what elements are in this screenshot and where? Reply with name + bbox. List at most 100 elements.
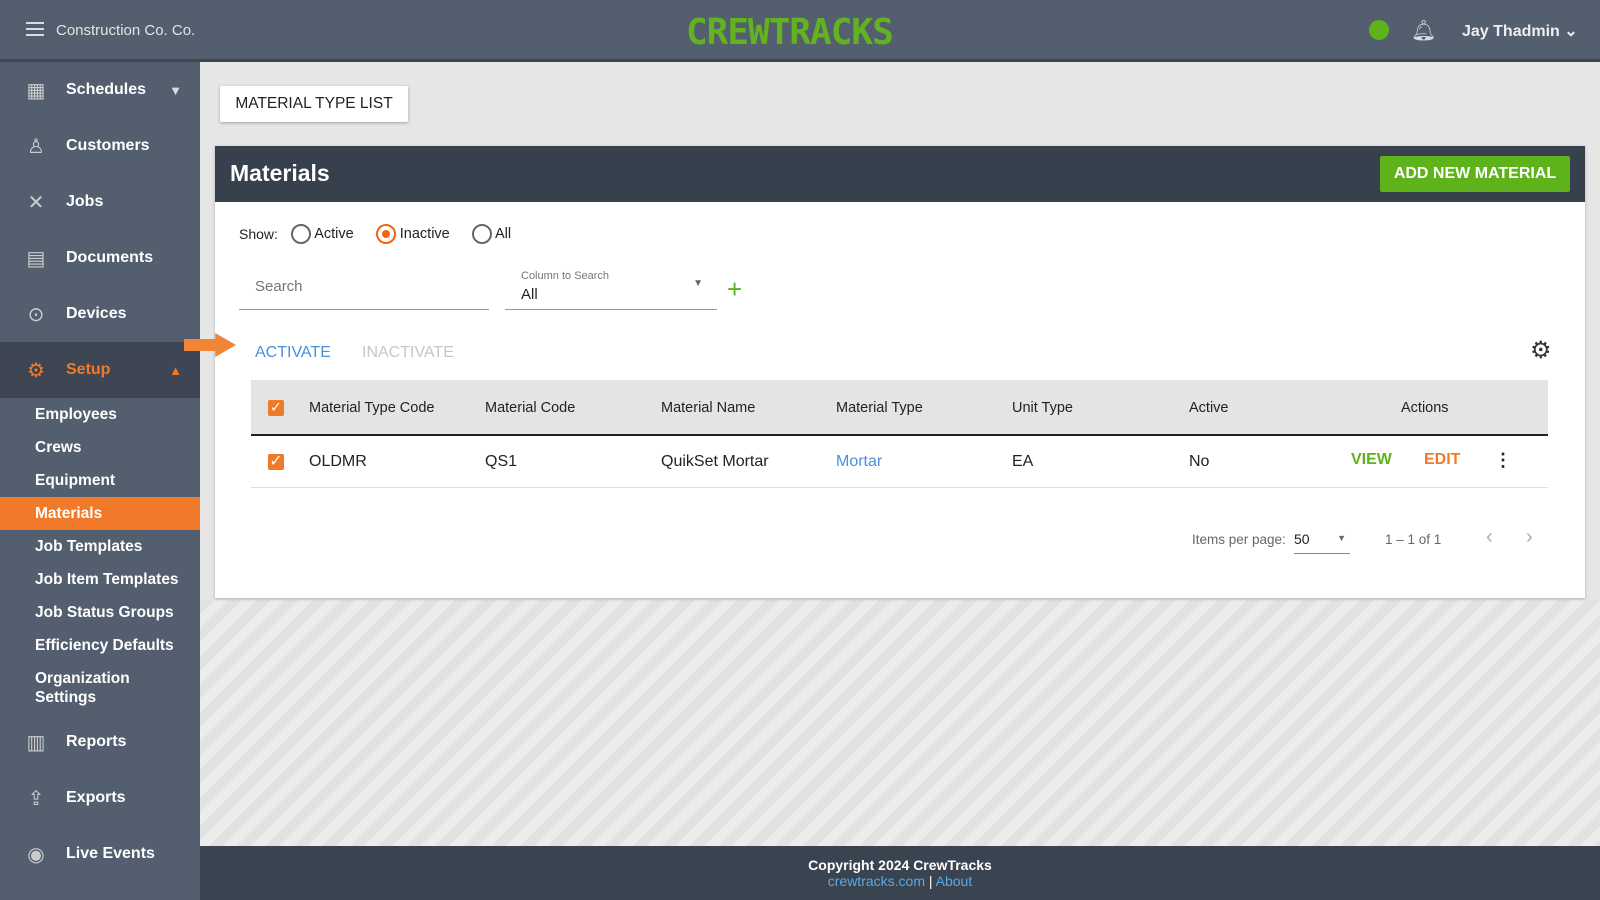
cell-code: QS1 [485,453,518,470]
cell-name: QuikSet Mortar [661,453,769,470]
material-type-list-button[interactable]: MATERIAL TYPE LIST [220,86,408,122]
sidebar-item-schedules[interactable]: ▦ Schedules ▼ [0,62,200,118]
sidebar-subitem-efficiency-defaults[interactable]: Efficiency Defaults [0,629,200,662]
add-filter-plus-icon[interactable]: + [727,274,742,305]
items-per-page-select[interactable]: 50 ▼ [1294,526,1350,554]
about-link[interactable]: About [936,873,973,889]
column-header[interactable]: Material Name [661,400,755,416]
edit-button[interactable]: EDIT [1424,451,1460,469]
inactivate-button[interactable]: INACTIVATE [362,344,454,362]
crewtracks-logo[interactable]: CREWTRACKS [686,12,894,53]
radio-label: Active [314,225,354,242]
location-pin-icon: ⊙ [27,303,45,326]
sidebar-subitem-job-item-templates[interactable]: Job Item Templates [0,563,200,596]
column-header[interactable]: Active [1189,400,1229,416]
previous-page-icon[interactable]: ‹ [1486,526,1493,549]
radio-button[interactable] [471,224,492,244]
table-header: ✓ Material Type Code Material Code Mater… [251,380,1548,436]
sidebar-subitem-employees[interactable]: Employees [0,398,200,431]
column-header[interactable]: Material Type [836,400,923,416]
sidebar-item-devices[interactable]: ⊙ Devices [0,286,200,342]
copyright-text: Copyright 2024 CrewTracks [808,857,992,873]
chevron-down-icon: ⌄ [1564,23,1578,40]
crewtracks-link[interactable]: crewtracks.com [828,873,925,889]
sidebar-item-setup[interactable]: ⚙ Setup ▲ [0,342,200,398]
sidebar-item-jobs[interactable]: ✕ Jobs [0,174,200,230]
activate-button[interactable]: ACTIVATE [255,344,331,362]
broadcast-icon: ◉ [27,843,45,866]
customer-icon: ♙ [27,135,45,158]
radio-button[interactable] [291,224,311,244]
organization-name: Construction Co. Co. [56,22,196,39]
search-input[interactable] [239,264,489,310]
page-title: Materials [230,160,330,186]
cell-type-link[interactable]: Mortar [836,453,882,471]
radio-label: Inactive [399,225,450,242]
sidebar-item-label: Setup [66,361,111,378]
sidebar-item-exports[interactable]: ⇪ Exports [0,770,200,826]
show-label: Show: [239,226,278,242]
documents-icon: ▤ [26,247,46,270]
items-per-page-value: 50 [1294,531,1310,547]
sidebar-item-documents[interactable]: ▤ Documents [0,230,200,286]
sidebar-item-label: Exports [66,789,126,806]
sidebar-item-reports[interactable]: ▥ Reports [0,714,200,770]
column-select-label: Column to Search [521,270,610,282]
status-indicator [1369,20,1389,40]
hamburger-menu-icon[interactable] [26,22,44,36]
sidebar: ▦ Schedules ▼ ♙ Customers ✕ Jobs ▤ Documents … [0,62,200,900]
column-select-value: All [521,286,538,303]
cell-type-code: OLDMR [309,453,367,470]
radio-inactive[interactable]: Inactive [375,224,450,244]
add-new-material-button[interactable]: ADD NEW MATERIAL [1380,156,1570,192]
gear-icon[interactable]: ⚙ [1530,336,1552,365]
sidebar-subitem-equipment[interactable]: Equipment [0,464,200,497]
pagination-range: 1 – 1 of 1 [1385,532,1442,547]
sidebar-subitem-crews[interactable]: Crews [0,431,200,464]
sidebar-subitem-job-templates[interactable]: Job Templates [0,530,200,563]
sidebar-item-label: Schedules [66,81,147,98]
row-checkbox[interactable]: ✓ [268,454,284,470]
more-options-icon[interactable]: ⋮ [1494,450,1512,471]
radio-all[interactable]: All [471,224,512,244]
radio-label: All [494,225,512,242]
radio-active[interactable]: Active [291,224,354,244]
export-icon: ⇪ [27,787,45,810]
chevron-down-icon: ▼ [169,82,182,98]
radio-button[interactable] [375,224,396,244]
materials-card: Materials ADD NEW MATERIAL Show: Active … [184,146,1585,598]
gear-icon: ⚙ [27,359,45,382]
dropdown-arrow-icon: ▼ [1337,533,1346,543]
view-button[interactable]: VIEW [1351,451,1392,469]
sidebar-item-customers[interactable]: ♙ Customers [0,118,200,174]
user-name: Jay Thadmin [1462,23,1560,40]
column-header: Actions [1401,400,1449,416]
column-to-search-select[interactable]: Column to Search All ▼ [505,264,717,310]
cell-unit: EA [1012,453,1034,470]
next-page-icon[interactable]: › [1526,526,1533,549]
dropdown-arrow-icon: ▼ [693,278,703,289]
bell-icon[interactable]: 🔔︎ [1411,18,1436,43]
footer: Copyright 2024 CrewTracks crewtracks.com… [200,846,1600,900]
column-header[interactable]: Material Code [485,400,575,416]
card-header: Materials ADD NEW MATERIAL [215,146,1585,202]
sidebar-item-label: Devices [66,305,127,322]
footer-separator: | [928,873,933,889]
column-header[interactable]: Unit Type [1012,400,1073,416]
sidebar-item-label: Live Events [66,845,155,862]
items-per-page-label: Items per page: [1192,532,1286,547]
sidebar-subitem-organization-settings[interactable]: Organization Settings [0,662,150,714]
select-all-checkbox[interactable]: ✓ [268,400,284,416]
bar-chart-icon: ▥ [26,731,46,754]
user-menu[interactable]: Jay Thadmin ⌄ [1462,21,1578,41]
table-row: ✓ OLDMR QS1 QuikSet Mortar Mortar EA No … [251,436,1548,488]
chevron-up-icon: ▲ [169,362,182,378]
sidebar-subitem-materials[interactable]: Materials [0,497,200,530]
cell-active: No [1189,453,1210,470]
sidebar-item-label: Customers [66,137,150,154]
column-header[interactable]: Material Type Code [309,400,434,416]
sidebar-item-label: Documents [66,249,154,266]
sidebar-subitem-job-status-groups[interactable]: Job Status Groups [0,596,200,629]
calendar-icon: ▦ [26,79,46,102]
sidebar-item-live-events[interactable]: ◉ Live Events [0,826,200,882]
